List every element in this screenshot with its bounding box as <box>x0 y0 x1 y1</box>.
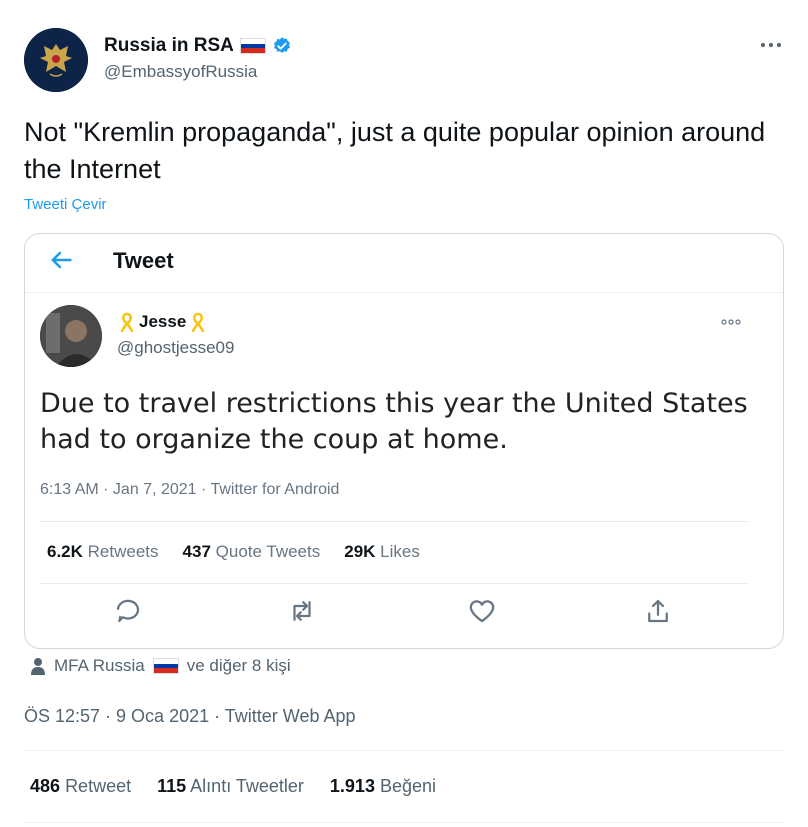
embedded-header-title: Tweet <box>113 248 174 273</box>
divider <box>40 583 748 584</box>
embedded-header: Tweet <box>25 234 783 293</box>
embedded-tweet-text: Due to travel restrictions this year the… <box>40 388 748 455</box>
embedded-tweet-meta: 6:13 AM · Jan 7, 2021 · Twitter for Andr… <box>40 481 340 498</box>
author-handle[interactable]: @EmbassyofRussia <box>104 62 257 82</box>
social-context-suffix[interactable]: ve diğer 8 kişi <box>187 656 291 676</box>
tweet-text: Not "Kremlin propaganda", just a quite p… <box>24 117 766 184</box>
embedded-stat-likes: 29K Likes <box>344 542 420 561</box>
reply-icon <box>116 599 140 623</box>
retweet-icon <box>293 601 311 621</box>
author-name[interactable]: Russia in RSA <box>104 35 234 57</box>
share-icon <box>648 599 668 623</box>
arrow-left-icon[interactable] <box>47 246 75 274</box>
person-photo-icon <box>40 305 102 367</box>
tweet-stats: 486 Retweet 115 Alıntı Tweetler 1.913 Be… <box>30 776 436 797</box>
yellow-ribbon-icon <box>191 312 205 332</box>
divider <box>40 521 748 522</box>
embedded-action-bar <box>25 596 783 636</box>
embedded-more-icon <box>721 312 741 328</box>
tweet-timestamp[interactable]: ÖS 12:57 · 9 Oca 2021 · Twitter Web App <box>24 706 356 727</box>
embedded-author-name-row: Jesse <box>119 312 206 332</box>
heart-icon <box>469 600 495 623</box>
embedded-stats: 6.2K Retweets 437 Quote Tweets 29K Likes <box>47 542 420 562</box>
embedded-author-avatar <box>40 305 102 367</box>
eagle-emblem-icon <box>24 28 88 92</box>
stat-likes[interactable]: 1.913 Beğeni <box>330 776 436 797</box>
divider <box>24 822 784 823</box>
embedded-stat-quotes: 437 Quote Tweets <box>182 542 321 561</box>
author-avatar[interactable] <box>24 28 88 92</box>
stat-retweets[interactable]: 486 Retweet <box>30 776 131 797</box>
author-name-row: Russia in RSA <box>104 34 292 58</box>
translate-tweet-link[interactable]: Tweeti Çevir <box>24 196 107 213</box>
person-icon <box>31 658 45 675</box>
russia-flag-icon <box>152 658 179 674</box>
more-horizontal-icon <box>761 43 781 47</box>
social-context-name[interactable]: MFA Russia <box>54 656 145 676</box>
verified-badge-icon <box>273 37 290 53</box>
divider <box>24 750 784 751</box>
russia-flag-icon <box>239 38 266 54</box>
social-context[interactable]: MFA Russia ve diğer 8 kişi <box>30 656 291 676</box>
more-options-button[interactable] <box>756 30 786 60</box>
embedded-stat-retweets: 6.2K Retweets <box>47 542 159 561</box>
yellow-ribbon-icon <box>120 312 134 332</box>
embedded-tweet-image[interactable]: Tweet Jesse @ghostjesse09 Due to travel … <box>24 233 784 649</box>
stat-quote-tweets[interactable]: 115 Alıntı Tweetler <box>157 776 304 797</box>
embedded-author-name: Jesse <box>139 312 187 331</box>
embedded-author-handle: @ghostjesse09 <box>117 338 235 357</box>
